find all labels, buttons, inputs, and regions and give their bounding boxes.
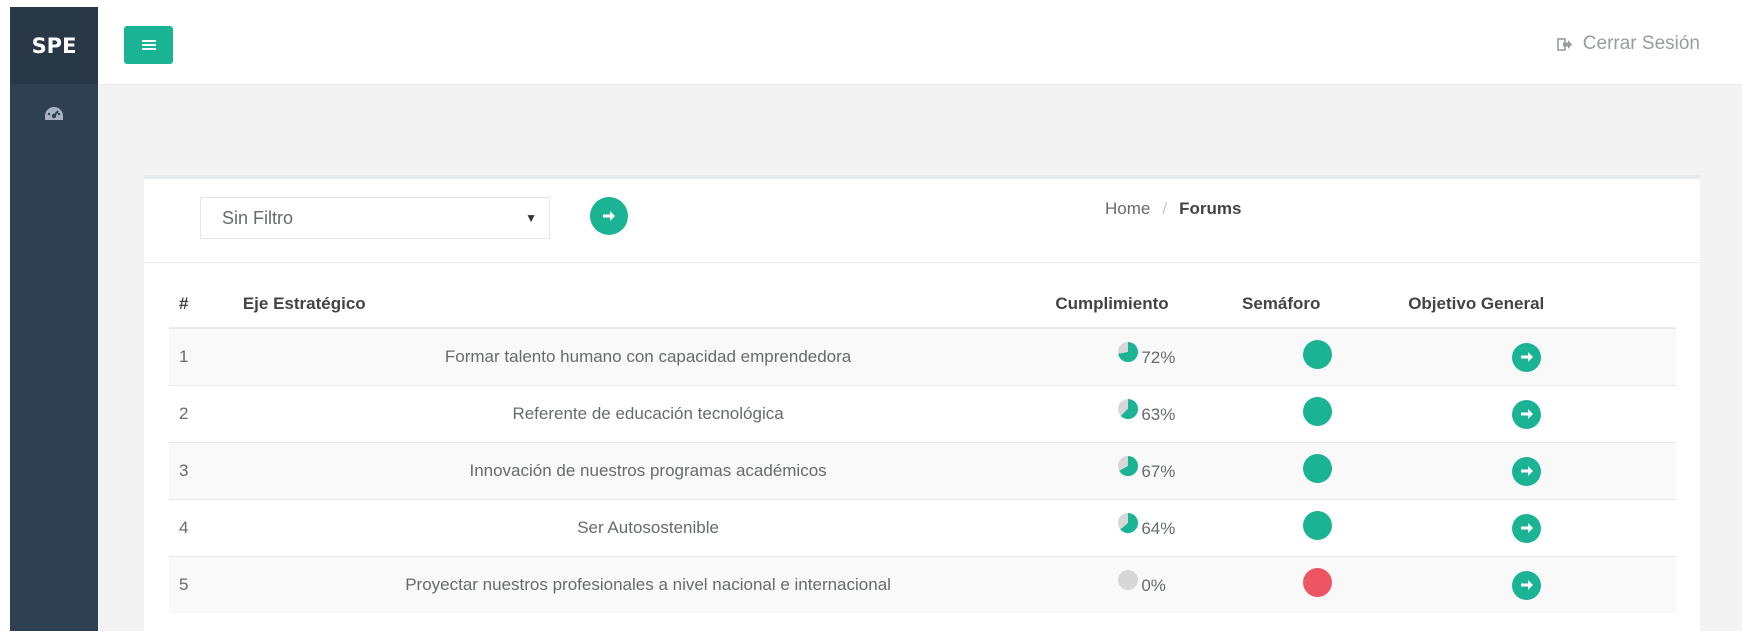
table-body: 1 Formar talento humano con capacidad emp… <box>169 327 1676 613</box>
arrow-right-icon <box>1520 580 1533 590</box>
arrow-right-icon <box>1520 352 1533 362</box>
view-objetivo-button[interactable] <box>1512 570 1542 600</box>
column-header-number: # <box>169 281 242 329</box>
table-row: 5 Proyectar nuestros profesionales a nive… <box>169 556 1676 613</box>
row-semaforo <box>1241 327 1408 386</box>
row-number: 5 <box>169 556 242 613</box>
progress-pie-icon <box>1118 341 1139 362</box>
row-number: 1 <box>169 327 242 386</box>
status-dot-icon <box>1303 454 1333 483</box>
cumplimiento-percent: 72% <box>1141 347 1176 367</box>
column-header-cumplimiento: Cumplimiento <box>1054 281 1242 329</box>
status-dot-icon <box>1303 511 1333 540</box>
cumplimiento-percent: 63% <box>1141 404 1176 424</box>
filter-select[interactable]: Sin Filtro ▼ <box>200 197 550 239</box>
main-panel: Sin Filtro ▼ Home / Forums # Eje Estraté… <box>144 175 1700 635</box>
breadcrumb: Home / Forums <box>1105 199 1241 219</box>
row-objetivo-general <box>1407 499 1676 557</box>
breadcrumb-separator: / <box>1162 199 1168 218</box>
row-eje-estrategico: Innovación de nuestros programas académi… <box>241 442 1055 500</box>
arrow-right-icon <box>1520 523 1533 533</box>
cumplimiento-value: 0% <box>1118 569 1166 596</box>
cumplimiento-percent: 67% <box>1141 461 1176 481</box>
table-row: 1 Formar talento humano con capacidad emp… <box>169 327 1676 386</box>
row-objetivo-general <box>1407 385 1676 443</box>
row-cumplimiento: 67% <box>1054 442 1242 500</box>
apply-filter-button[interactable] <box>590 197 628 235</box>
view-objetivo-button[interactable] <box>1512 456 1542 486</box>
status-dot-icon <box>1303 397 1333 426</box>
row-eje-estrategico: Proyectar nuestros profesionales a nivel… <box>241 556 1055 613</box>
row-eje-estrategico: Ser Autosostenible <box>241 499 1055 557</box>
panel-header: Sin Filtro ▼ Home / Forums <box>144 179 1700 263</box>
brand-logo[interactable]: SPE <box>10 7 98 84</box>
row-number: 4 <box>169 499 242 557</box>
top-navbar: Cerrar Sesión <box>98 7 1742 85</box>
column-header-objetivo: Objetivo General <box>1407 281 1676 329</box>
row-semaforo <box>1241 385 1408 443</box>
row-semaforo <box>1241 442 1408 500</box>
row-cumplimiento: 64% <box>1054 499 1242 557</box>
arrow-right-icon <box>1520 466 1533 476</box>
row-objetivo-general <box>1407 327 1676 386</box>
filter-select-value: Sin Filtro <box>222 207 294 228</box>
caret-down-icon: ▼ <box>525 211 537 225</box>
status-dot-icon <box>1303 340 1333 369</box>
row-objetivo-general <box>1407 442 1676 500</box>
dashboard-icon <box>45 107 63 120</box>
row-number: 2 <box>169 385 242 443</box>
logout-label: Cerrar Sesión <box>1582 33 1700 54</box>
sidebar: SPE <box>10 7 98 631</box>
cumplimiento-value: 64% <box>1118 512 1176 539</box>
arrow-right-icon <box>1520 409 1533 419</box>
progress-pie-icon <box>1118 455 1139 476</box>
row-cumplimiento: 0% <box>1054 556 1242 613</box>
column-header-eje: Eje Estratégico <box>241 281 1055 329</box>
column-header-semaforo: Semáforo <box>1241 281 1408 329</box>
view-objetivo-button[interactable] <box>1512 513 1542 543</box>
progress-pie-icon <box>1118 569 1139 590</box>
bars-icon <box>141 40 156 50</box>
logout-link[interactable]: Cerrar Sesión <box>1556 33 1700 55</box>
arrow-right-icon <box>603 211 615 221</box>
row-eje-estrategico: Referente de educación tecnológica <box>241 385 1055 443</box>
cumplimiento-value: 72% <box>1118 341 1176 368</box>
row-number: 3 <box>169 442 242 500</box>
table-header-row: # Eje Estratégico Cumplimiento Semáforo … <box>169 281 1676 329</box>
breadcrumb-current: Forums <box>1179 199 1242 218</box>
view-objetivo-button[interactable] <box>1512 342 1542 372</box>
row-semaforo <box>1241 556 1408 613</box>
cumplimiento-value: 63% <box>1118 398 1176 425</box>
row-cumplimiento: 63% <box>1054 385 1242 443</box>
view-objetivo-button[interactable] <box>1512 399 1542 429</box>
cumplimiento-percent: 64% <box>1141 518 1176 538</box>
table-row: 4 Ser Autosostenible 64% <box>169 499 1676 557</box>
nav-item-dashboard[interactable] <box>10 84 98 144</box>
row-cumplimiento: 72% <box>1054 327 1242 386</box>
row-eje-estrategico: Formar talento humano con capacidad empr… <box>241 327 1055 386</box>
sign-out-icon <box>1556 37 1572 51</box>
progress-pie-icon <box>1118 398 1139 419</box>
strategic-axes-table: # Eje Estratégico Cumplimiento Semáforo … <box>169 281 1676 613</box>
status-dot-icon <box>1303 568 1333 597</box>
table-row: 3 Innovación de nuestros programas académ… <box>169 442 1676 500</box>
progress-pie-icon <box>1118 512 1139 533</box>
cumplimiento-percent: 0% <box>1141 575 1166 595</box>
row-objetivo-general <box>1407 556 1676 613</box>
menu-toggle-button[interactable] <box>124 26 173 64</box>
row-semaforo <box>1241 499 1408 557</box>
breadcrumb-home[interactable]: Home <box>1105 199 1150 219</box>
cumplimiento-value: 67% <box>1118 455 1176 482</box>
table-row: 2 Referente de educación tecnológica 63% <box>169 385 1676 443</box>
